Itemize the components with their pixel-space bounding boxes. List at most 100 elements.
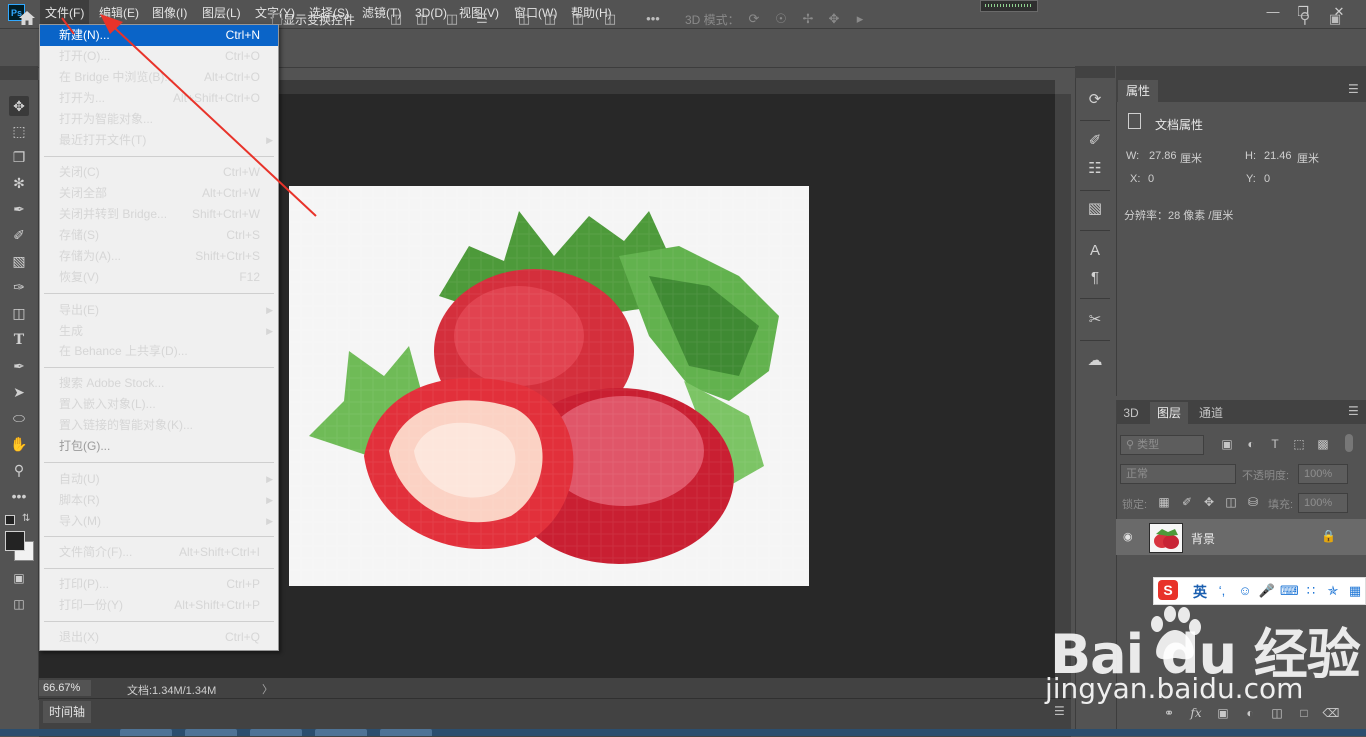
lock-all-icon[interactable]: ⛁	[1246, 495, 1260, 509]
path-select-tool-icon[interactable]: ➤	[9, 382, 29, 402]
menu-item-open-smart-object[interactable]: 打开为智能对象...	[40, 109, 278, 130]
add-mask-icon[interactable]: ▣	[1214, 706, 1232, 720]
align-hcenter-icon[interactable]: ◫	[414, 11, 430, 27]
tool-presets-icon[interactable]: ✂	[1084, 309, 1106, 331]
3d-orbit-icon[interactable]: ⟳	[746, 11, 762, 27]
edit-toolbar-icon[interactable]: •••	[9, 486, 29, 506]
taskbar-button[interactable]	[185, 729, 237, 736]
eyedropper-tool-icon[interactable]: ✒	[9, 199, 29, 219]
menu-file[interactable]: 文件(F)	[40, 0, 90, 26]
3d-roll-icon[interactable]: ☉	[773, 11, 789, 27]
type-tool-icon[interactable]: T	[9, 330, 29, 350]
filter-type-icon[interactable]: T	[1268, 437, 1282, 451]
workspace-icon[interactable]: ▣	[1327, 11, 1343, 27]
taskbar-button[interactable]	[380, 729, 432, 736]
link-layers-icon[interactable]: ⚭	[1160, 706, 1178, 720]
lasso-tool-icon[interactable]: ❐	[9, 147, 29, 167]
menu-item-generate[interactable]: 生成 ▶	[40, 321, 278, 342]
new-layer-icon[interactable]: □	[1295, 706, 1313, 720]
zoom-tool-icon[interactable]: ⚲	[9, 460, 29, 480]
dock-collapse-strip[interactable]	[1075, 66, 1115, 78]
timeline-menu-icon[interactable]: ☰	[1054, 704, 1065, 718]
status-menu-arrow[interactable]: 〉	[262, 681, 273, 697]
menu-item-close-all[interactable]: 关闭全部 Alt+Ctrl+W	[40, 183, 278, 204]
taskbar-button[interactable]	[250, 729, 302, 736]
filter-smart-icon[interactable]: ▩	[1316, 437, 1330, 451]
ime-language[interactable]: 英	[1193, 582, 1207, 602]
menu-item-exit[interactable]: 退出(X) Ctrl+Q	[40, 627, 278, 648]
align-left-icon[interactable]: ◫	[388, 11, 404, 27]
menu-edit[interactable]: 编辑(E)	[94, 0, 144, 26]
menu-item-new[interactable]: 新建(N)... Ctrl+N	[40, 25, 278, 46]
more-options-icon[interactable]: •••	[645, 11, 661, 27]
width-value[interactable]: 27.86	[1149, 150, 1177, 162]
menu-item-open[interactable]: 打开(O)... Ctrl+O	[40, 46, 278, 67]
document-canvas[interactable]	[289, 186, 809, 586]
menu-item-place-linked[interactable]: 置入链接的智能对象(K)...	[40, 415, 278, 436]
menu-item-close-go-bridge[interactable]: 关闭并转到 Bridge... Shift+Ctrl+W	[40, 204, 278, 225]
filter-adjust-icon[interactable]: ◐	[1244, 437, 1258, 451]
brush-settings-icon[interactable]: ✐	[1084, 130, 1106, 152]
punctuation-icon[interactable]: ‘,	[1213, 583, 1231, 598]
tab-3d[interactable]: 3D	[1118, 402, 1144, 424]
menu-item-recent-files[interactable]: 最近打开文件(T) ▶	[40, 130, 278, 151]
adjustments-icon[interactable]: ☷	[1084, 158, 1106, 180]
distribute-v-icon[interactable]: ◫	[602, 11, 618, 27]
height-value[interactable]: 21.46	[1264, 150, 1292, 162]
eraser-tool-icon[interactable]: ◫	[9, 303, 29, 323]
search-icon[interactable]: ⚲	[1297, 11, 1313, 27]
menu-item-open-as[interactable]: 打开为... Alt+Shift+Ctrl+O	[40, 88, 278, 109]
taskbar-button[interactable]	[120, 729, 172, 736]
layer-name[interactable]: 背景	[1191, 530, 1215, 547]
menu-item-close[interactable]: 关闭(C) Ctrl+W	[40, 162, 278, 183]
default-colors-icon[interactable]	[5, 515, 15, 525]
properties-menu-icon[interactable]: ☰	[1348, 82, 1359, 96]
layer-filter-select[interactable]: ⚲ 类型	[1120, 435, 1204, 455]
menu-item-print-one-copy[interactable]: 打印一份(Y) Alt+Shift+Ctrl+P	[40, 595, 278, 616]
taskbar-button[interactable]	[315, 729, 367, 736]
history-panel-icon[interactable]: ⟳	[1084, 89, 1106, 111]
move-tool-icon[interactable]: ✥	[9, 96, 29, 116]
home-icon[interactable]	[18, 9, 36, 27]
marquee-tool-icon[interactable]: ⬚	[9, 121, 29, 141]
align-bottom-icon[interactable]: ◫	[570, 11, 586, 27]
adjustment-layer-icon[interactable]: ◐	[1241, 706, 1259, 720]
3d-pan-icon[interactable]: ✢	[800, 11, 816, 27]
lock-pixels-icon[interactable]: ✐	[1180, 495, 1194, 509]
lock-transparent-icon[interactable]: ▦	[1157, 495, 1171, 509]
minimize-icon[interactable]: —	[1258, 2, 1288, 22]
fx-icon[interactable]: fx	[1187, 706, 1205, 720]
hand-tool-icon[interactable]: ✋	[9, 434, 29, 454]
tab-layers[interactable]: 图层	[1150, 402, 1188, 424]
ellipse-tool-icon[interactable]: ⬭	[9, 408, 29, 428]
ime-menu-icon[interactable]: ▦	[1346, 583, 1364, 599]
menu-item-save-as[interactable]: 存储为(A)... Shift+Ctrl+S	[40, 246, 278, 267]
filter-pixel-icon[interactable]: ▣	[1220, 437, 1234, 451]
menu-item-import[interactable]: 导入(M) ▶	[40, 511, 278, 532]
menu-item-share-behance[interactable]: 在 Behance 上共享(D)...	[40, 341, 278, 362]
tab-timeline[interactable]: 时间轴	[43, 701, 91, 723]
stamp-tool-icon[interactable]: ▧	[9, 251, 29, 271]
sogou-logo-icon[interactable]: S	[1158, 580, 1178, 600]
tab-channels[interactable]: 通道	[1192, 402, 1230, 424]
3d-slide-icon[interactable]: ✥	[826, 11, 842, 27]
new-group-icon[interactable]: ◫	[1268, 706, 1286, 720]
emoji-icon[interactable]: ☺	[1236, 583, 1254, 598]
menu-item-browse-bridge[interactable]: 在 Bridge 中浏览(B)... Alt+Ctrl+O	[40, 67, 278, 88]
menu-item-place-embedded[interactable]: 置入嵌入对象(L)...	[40, 394, 278, 415]
filter-toggle[interactable]	[1345, 434, 1353, 452]
blend-mode-select[interactable]: 正常	[1120, 464, 1236, 484]
fill-field[interactable]: 100%	[1298, 493, 1348, 513]
distribute-icon[interactable]: ☰	[474, 11, 490, 27]
filter-shape-icon[interactable]: ⬚	[1292, 437, 1306, 451]
properties-collapse-strip[interactable]	[1116, 66, 1366, 78]
zoom-level-field[interactable]: 66.67%	[39, 680, 91, 696]
y-value[interactable]: 0	[1264, 173, 1270, 185]
lock-artboard-icon[interactable]: ◫	[1224, 495, 1238, 509]
libraries-icon[interactable]: ☁	[1084, 350, 1106, 372]
menu-image[interactable]: 图像(I)	[147, 0, 192, 26]
quick-mask-icon[interactable]: ▣	[9, 568, 29, 588]
microphone-icon[interactable]: 🎤	[1258, 583, 1276, 599]
menu-item-save[interactable]: 存储(S) Ctrl+S	[40, 225, 278, 246]
menu-item-automate[interactable]: 自动(U) ▶	[40, 469, 278, 490]
